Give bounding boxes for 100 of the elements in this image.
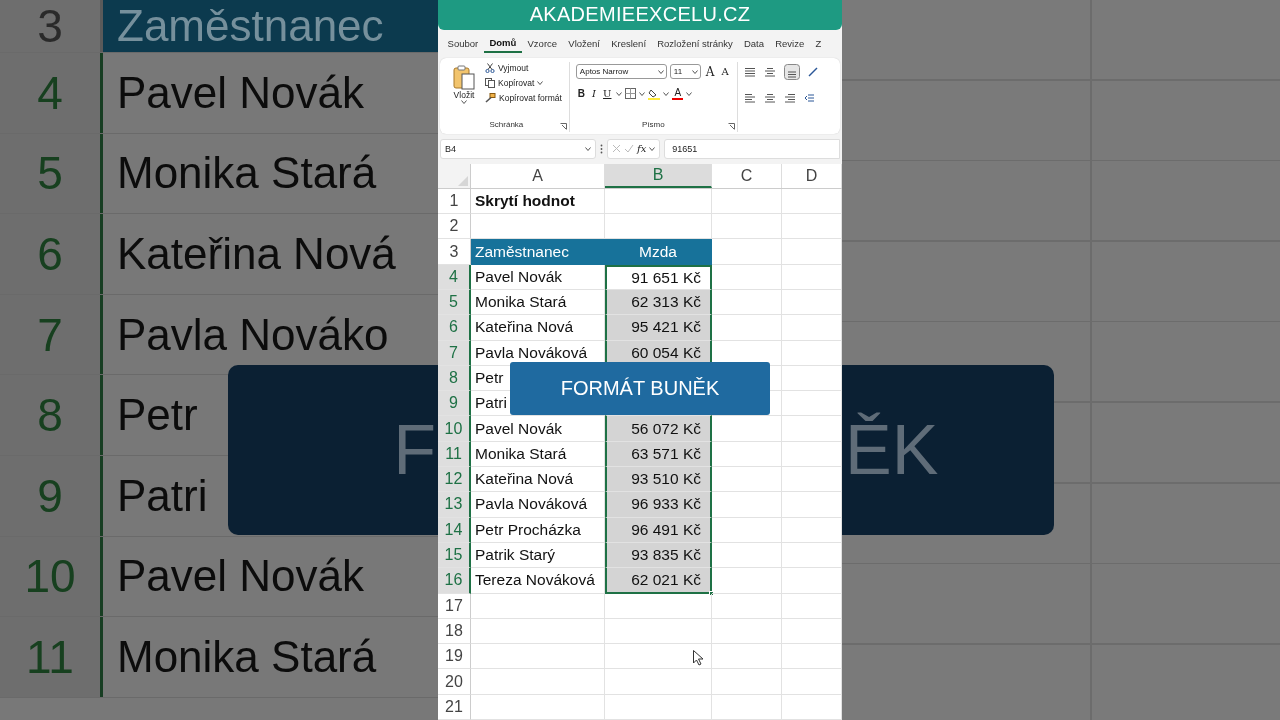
check-icon (624, 144, 634, 154)
ribbon-tab[interactable]: Data (738, 35, 770, 53)
row-number[interactable]: 14 (438, 517, 471, 543)
table-cell: 62 313 Kč (605, 289, 712, 316)
align-bottom-icon (783, 63, 800, 80)
borders-icon (625, 88, 637, 100)
group-label: Schránka (488, 119, 525, 131)
bold-button[interactable]: B (575, 88, 588, 100)
caret-icon (616, 91, 623, 96)
empty-cell (712, 644, 782, 670)
ribbon-tab[interactable]: Domů (483, 34, 522, 54)
fill-color-icon (648, 87, 661, 100)
row-number[interactable]: 2 (438, 214, 471, 240)
header-cell: Zaměstnanec (471, 239, 605, 265)
insert-function-button[interactable]: fx (637, 143, 647, 155)
row-number[interactable]: 20 (438, 669, 471, 695)
cancel-icon (612, 144, 621, 154)
ribbon-tab[interactable]: Rozložení stránky (651, 35, 739, 53)
empty-cell (712, 669, 782, 695)
fill-handle[interactable] (709, 590, 714, 596)
column-header[interactable]: C (712, 163, 782, 188)
font-name-select[interactable]: Aptos Narrow (575, 64, 667, 80)
row-number[interactable]: 7 (438, 340, 471, 366)
caret-icon (657, 69, 664, 74)
empty-cell (712, 593, 782, 619)
italic-button[interactable]: I (590, 88, 599, 100)
paste-button[interactable]: Vložit (450, 61, 478, 120)
ribbon-tab[interactable]: Z (809, 35, 827, 53)
align-top-icon (743, 66, 756, 77)
row-number[interactable]: 16 (438, 568, 471, 594)
shrink-font-button[interactable]: A (719, 66, 731, 78)
ribbon-tab[interactable]: Vzorce (521, 35, 563, 53)
row-number: 3 (0, 0, 103, 52)
scissors-icon (485, 62, 495, 73)
caret-icon (461, 99, 467, 104)
table-cell-text: Pavla Nováko (116, 308, 390, 361)
table-cell-text: Petr (116, 389, 199, 442)
row-number[interactable]: 8 (438, 365, 471, 392)
row-number[interactable]: 6 (438, 315, 471, 341)
row-number: 7 (0, 294, 103, 375)
formula-field[interactable]: 91651 (664, 138, 840, 159)
table-cell: 93 835 Kč (605, 542, 712, 569)
font-color-button[interactable]: A (672, 87, 684, 101)
table-cell-text: Kateřina Nová (116, 228, 397, 280)
row-number[interactable]: 19 (438, 644, 471, 670)
launcher-icon (727, 122, 735, 130)
empty-cell (712, 618, 782, 645)
row-number[interactable]: 18 (438, 618, 471, 645)
cut-button[interactable]: Vyjmout (484, 61, 563, 74)
row-number[interactable]: 17 (438, 593, 471, 619)
row-number[interactable]: 1 (438, 188, 471, 215)
ribbon-tab[interactable]: Kreslení (605, 35, 652, 53)
indent-icon (803, 92, 814, 103)
row-number[interactable]: 4 (438, 264, 471, 290)
copy-icon (485, 77, 495, 88)
header-cell: Zaměstnanec (103, 0, 438, 52)
row-number[interactable]: 13 (438, 492, 471, 518)
row-number[interactable]: 3 (438, 239, 471, 265)
copy-button[interactable]: Kopírovat (484, 76, 563, 89)
row-number: 6 (0, 214, 103, 294)
table-cell-text: Pavel Novák (116, 550, 365, 603)
row-number: 11 (0, 617, 103, 697)
caret-icon (639, 91, 646, 96)
row-number: 10 (0, 536, 103, 617)
empty-cell (712, 188, 782, 215)
caret-icon (691, 69, 698, 74)
row-number[interactable]: 12 (438, 467, 471, 493)
row-number: 9 (0, 455, 103, 536)
row-number: 4 (0, 53, 103, 133)
row-number[interactable]: 5 (438, 289, 471, 316)
row-number[interactable]: 10 (438, 416, 471, 442)
row-number[interactable]: 15 (438, 542, 471, 569)
row-number[interactable]: 21 (438, 694, 471, 720)
column-header[interactable]: B (605, 163, 712, 188)
name-box[interactable]: B4 (440, 138, 596, 159)
table-cell: 62 021 Kč (605, 568, 712, 594)
grow-font-button[interactable]: A (703, 64, 717, 79)
empty-cell (712, 694, 782, 720)
table-cell-text: Monika Stará (116, 630, 378, 683)
align-center-icon (763, 92, 776, 103)
row-number[interactable]: 11 (438, 441, 471, 468)
caption-banner: FORMÁT BUNĚK (510, 362, 770, 415)
ribbon-tab[interactable]: Revize (769, 35, 810, 53)
row-number: 8 (0, 375, 103, 455)
ribbon-tab[interactable]: Soubor (442, 35, 484, 53)
align-left-icon (743, 92, 756, 103)
brand-banner: AKADEMIEEXCELU.CZ (438, 0, 842, 30)
ribbon-tab[interactable]: Vložení (562, 35, 606, 53)
format-painter-button[interactable]: Kopírovat formát (484, 91, 563, 104)
row-number[interactable]: 9 (438, 391, 471, 417)
font-size-select[interactable]: 11 (669, 64, 701, 80)
underline-button[interactable]: U (601, 88, 614, 100)
table-cell: 96 491 Kč (605, 517, 712, 543)
orientation-icon (807, 66, 818, 77)
table-cell: 63 571 Kč (605, 441, 712, 468)
more-icon (600, 143, 603, 154)
table-cell: 93 510 Kč (605, 467, 712, 493)
align-middle-icon (763, 66, 776, 77)
align-right-icon (783, 92, 796, 103)
table-cell: 56 072 Kč (605, 416, 712, 442)
